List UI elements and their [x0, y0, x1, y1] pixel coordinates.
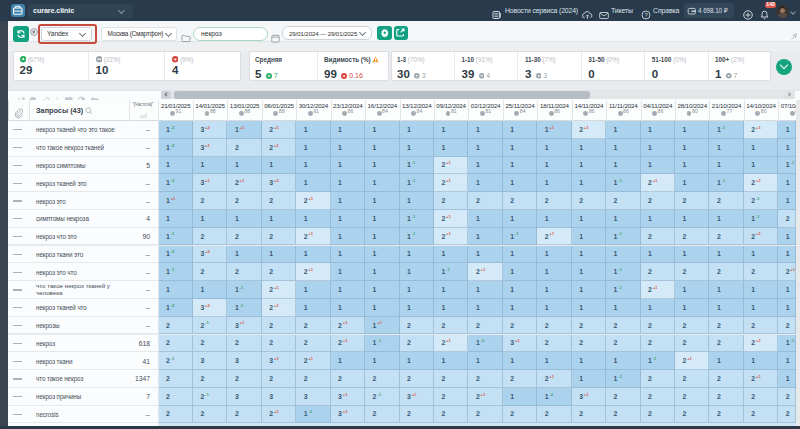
svg-text:?: ? [644, 12, 648, 18]
